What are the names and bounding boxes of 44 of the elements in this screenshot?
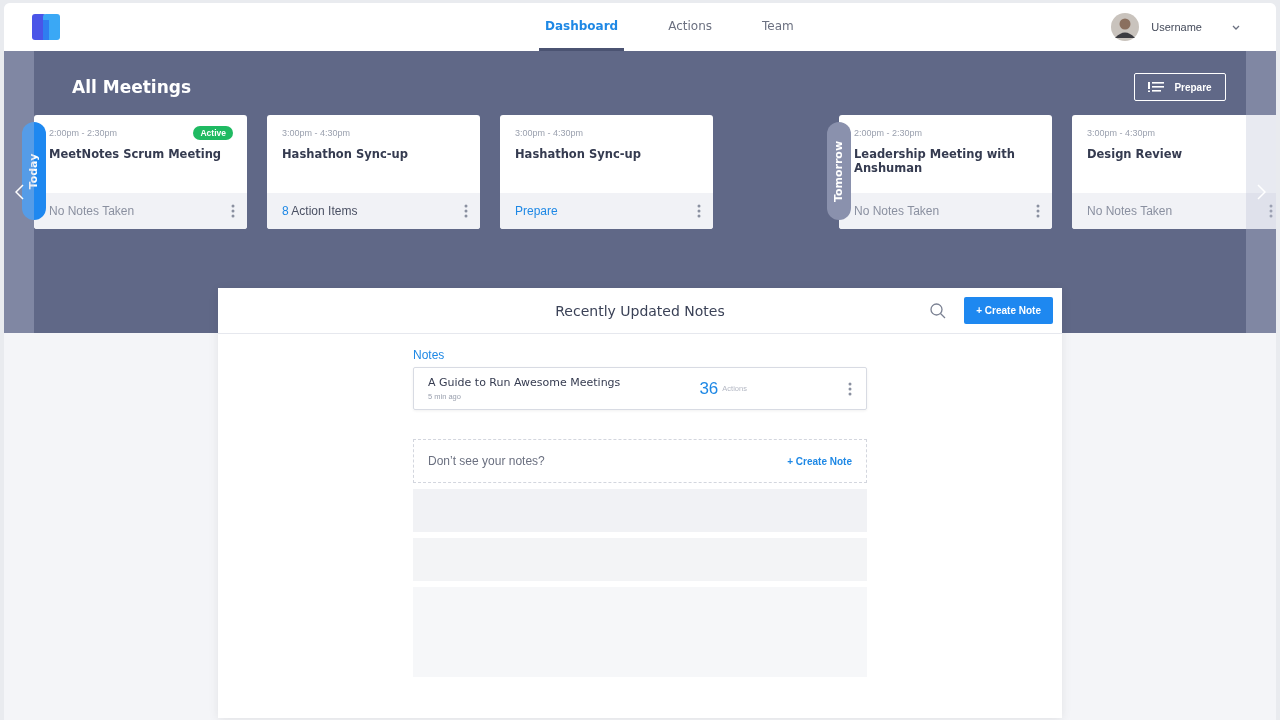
meeting-time: 2:00pm - 2:30pm bbox=[854, 128, 923, 138]
meeting-title: Leadership Meeting with Anshuman bbox=[854, 147, 1016, 175]
nav-tab[interactable]: Team bbox=[756, 3, 800, 51]
no-notes-text: No Notes Taken bbox=[854, 204, 940, 218]
prepare-link[interactable]: Prepare bbox=[515, 204, 558, 218]
action-count: 36 bbox=[699, 378, 719, 399]
meeting-time: 2:00pm - 2:30pm bbox=[49, 128, 118, 138]
meeting-title: MeetNotes Scrum Meeting bbox=[49, 147, 223, 161]
logo-icon bbox=[32, 14, 60, 40]
more-icon[interactable] bbox=[848, 381, 852, 396]
prepare-button[interactable]: Prepare bbox=[1134, 73, 1226, 101]
more-icon[interactable] bbox=[1269, 204, 1273, 218]
chevron-down-icon[interactable] bbox=[1232, 24, 1240, 30]
meeting-card[interactable]: 3:00pm - 4:30pm Hashathon Sync-up Prepare bbox=[500, 115, 713, 229]
section-title: All Meetings bbox=[72, 77, 192, 97]
more-icon[interactable] bbox=[464, 204, 468, 218]
prompt-text: Don’t see your notes? bbox=[428, 454, 545, 468]
more-icon[interactable] bbox=[1036, 204, 1040, 218]
create-note-button[interactable]: + Create Note bbox=[964, 297, 1053, 324]
avatar-icon[interactable] bbox=[1111, 13, 1140, 41]
no-notes-text: No Notes Taken bbox=[49, 204, 135, 218]
meeting-title: Hashathon Sync-up bbox=[282, 147, 409, 161]
meeting-time: 3:00pm - 4:30pm bbox=[282, 128, 351, 138]
nav-tab[interactable]: Actions bbox=[662, 3, 719, 51]
section-label: Notes bbox=[413, 348, 446, 362]
meeting-time: 3:00pm - 4:30pm bbox=[515, 128, 584, 138]
search-icon[interactable] bbox=[930, 302, 947, 319]
meeting-card[interactable]: 3:00pm - 4:30pm Hashathon Sync-up 8 Action Items bbox=[267, 115, 480, 229]
username[interactable]: Username bbox=[1151, 21, 1202, 33]
chevron-left-icon[interactable] bbox=[14, 184, 24, 200]
meeting-title: Hashathon Sync-up bbox=[515, 147, 642, 161]
no-notes-text: No Notes Taken bbox=[1087, 204, 1173, 218]
panel-title: Recently Updated Notes bbox=[555, 302, 725, 319]
list-icon bbox=[1148, 82, 1165, 92]
day-tab[interactable]: Tomorrow bbox=[827, 122, 851, 220]
meeting-title: Design Review bbox=[1087, 147, 1184, 161]
action-items-text: 8 Action Items bbox=[282, 204, 358, 218]
more-icon[interactable] bbox=[697, 204, 701, 218]
note-title: A Guide to Run Awesome Meetings bbox=[428, 376, 621, 389]
status-badge: Active bbox=[193, 126, 233, 140]
more-icon[interactable] bbox=[231, 204, 235, 218]
create-note-link[interactable]: + Create Note bbox=[787, 455, 852, 467]
meeting-card[interactable]: 3:00pm - 4:30pm Design Review No Notes Taken bbox=[1072, 115, 1276, 229]
meeting-time: 3:00pm - 4:30pm bbox=[1087, 128, 1156, 138]
